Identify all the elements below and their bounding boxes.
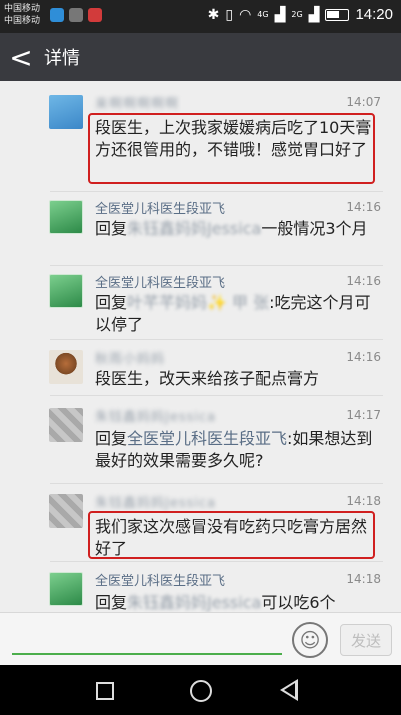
avatar[interactable]	[49, 274, 83, 308]
back-triangle-icon[interactable]	[280, 679, 298, 701]
page-title: 详情	[44, 48, 80, 69]
smiley-icon: ☺	[299, 628, 321, 652]
carrier-info: 中国移动 中国移动	[4, 3, 40, 27]
image-notification-icon	[69, 8, 83, 22]
navigation-bar	[0, 665, 401, 715]
comment-input-bar: ☺ 发送	[0, 612, 401, 665]
commenter-name[interactable]: 来啊啊啊啊啊	[95, 93, 179, 112]
reply-to-name[interactable]: 朱钰鑫妈妈Jessica	[127, 219, 261, 238]
avatar[interactable]	[49, 350, 83, 384]
avatar[interactable]	[49, 95, 83, 129]
reply-to-name[interactable]: 全医堂儿科医生段亚飞	[127, 429, 287, 448]
reply-prefix: 回复	[95, 429, 128, 448]
comment-item: 全医堂儿科医生段亚飞 14:18 回复朱钰鑫妈妈Jessica可以吃6个	[0, 562, 401, 612]
home-circle-icon[interactable]	[190, 680, 212, 702]
comment-list[interactable]: 来啊啊啊啊啊 14:07 段医生，上次我家媛媛病后吃了10天膏方还很管用的，不错…	[0, 81, 401, 612]
reply-to-name[interactable]: 朱钰鑫妈妈Jessica	[127, 593, 261, 612]
network-1: 4G	[257, 9, 269, 19]
commenter-name[interactable]: 全医堂儿科医生段亚飞	[95, 570, 225, 589]
commenter-name[interactable]: 朱钰鑫妈妈Jessica	[95, 406, 216, 425]
comment-item: 秋雨小妈妈 14:16 段医生，改天来给孩子配点膏方	[0, 340, 401, 396]
comment-text: 回复叶芊芊妈妈✨ 甲 张:吃完这个月可以停了	[95, 292, 377, 336]
back-button[interactable]: <	[0, 33, 42, 81]
emoji-button[interactable]: ☺	[292, 622, 328, 658]
reply-prefix: 回复	[95, 293, 128, 312]
status-bar: 中国移动 中国移动 ✱ ▯ ◠ 4G ▟ 2G ▟ 14:20	[0, 0, 401, 33]
comment-time: 14:07	[346, 95, 381, 109]
wifi-icon: ◠	[239, 6, 252, 23]
comment-input[interactable]	[12, 653, 282, 655]
commenter-name[interactable]: 全医堂儿科医生段亚飞	[95, 272, 225, 291]
reply-prefix: 回复	[95, 219, 128, 238]
comment-time: 14:16	[346, 200, 381, 214]
comment-text: 段医生，改天来给孩子配点膏方	[95, 369, 320, 388]
send-button[interactable]: 发送	[340, 624, 392, 656]
reply-prefix: 回复	[95, 593, 128, 612]
comment-time: 14:16	[346, 350, 381, 364]
commenter-name[interactable]: 朱钰鑫妈妈Jessica	[95, 492, 216, 511]
comment-item: 朱钰鑫妈妈Jessica 14:18 我们家这次感冒没有吃药只吃膏方居然好了	[0, 484, 401, 562]
reply-body: 可以吃6个	[261, 593, 336, 612]
comment-item: 朱钰鑫妈妈Jessica 14:17 回复全医堂儿科医生段亚飞:如果想达到最好的…	[0, 396, 401, 484]
square-overview-icon[interactable]	[96, 682, 114, 700]
comment-text: 回复朱钰鑫妈妈Jessica可以吃6个	[95, 592, 377, 612]
reply-body: 一般情况3个月	[261, 219, 368, 238]
comment-time: 14:17	[346, 408, 381, 422]
bluetooth-icon: ✱	[207, 6, 220, 23]
signal-1-icon: ▟	[274, 6, 286, 23]
signal-2-icon: ▟	[308, 6, 320, 23]
comment-text: 我们家这次感冒没有吃药只吃膏方居然好了	[95, 517, 368, 558]
comment-item: 全医堂儿科医生段亚飞 14:16 回复叶芊芊妈妈✨ 甲 张:吃完这个月可以停了	[0, 266, 401, 340]
carrier-2: 中国移动	[4, 16, 41, 26]
comment-text: 回复朱钰鑫妈妈Jessica一般情况3个月	[95, 218, 377, 240]
comment-text: 回复全医堂儿科医生段亚飞:如果想达到最好的效果需要多久呢?	[95, 428, 377, 472]
commenter-name[interactable]: 全医堂儿科医生段亚飞	[95, 198, 225, 217]
network-2: 2G	[291, 9, 303, 19]
back-arrow-icon: <	[9, 40, 33, 74]
comment-time: 14:16	[346, 274, 381, 288]
avatar[interactable]	[49, 408, 83, 442]
carrier-1: 中国移动	[4, 4, 41, 14]
title-bar: < 详情	[0, 33, 401, 81]
comment-text: 段医生，上次我家媛媛病后吃了10天膏方还很管用的，不错哦！感觉胃口好了	[95, 118, 372, 159]
avatar[interactable]	[49, 494, 83, 528]
comment-item: 来啊啊啊啊啊 14:07 段医生，上次我家媛媛病后吃了10天膏方还很管用的，不错…	[0, 81, 401, 192]
reply-to-name[interactable]: 叶芊芊妈妈✨ 甲 张	[127, 293, 269, 312]
avatar[interactable]	[49, 200, 83, 234]
comment-time: 14:18	[346, 572, 381, 586]
app-notification-icon	[50, 8, 64, 22]
comment-time: 14:18	[346, 494, 381, 508]
status-right: ✱ ▯ ◠ 4G ▟ 2G ▟ 14:20	[208, 6, 393, 23]
commenter-name[interactable]: 秋雨小妈妈	[95, 348, 165, 367]
status-time: 14:20	[355, 6, 393, 23]
comment-item: 全医堂儿科医生段亚飞 14:16 回复朱钰鑫妈妈Jessica一般情况3个月	[0, 192, 401, 266]
vibrate-icon: ▯	[225, 6, 234, 23]
battery-icon	[325, 8, 350, 21]
avatar[interactable]	[49, 572, 83, 606]
notification-icons	[50, 8, 102, 22]
alert-notification-icon	[88, 8, 102, 22]
